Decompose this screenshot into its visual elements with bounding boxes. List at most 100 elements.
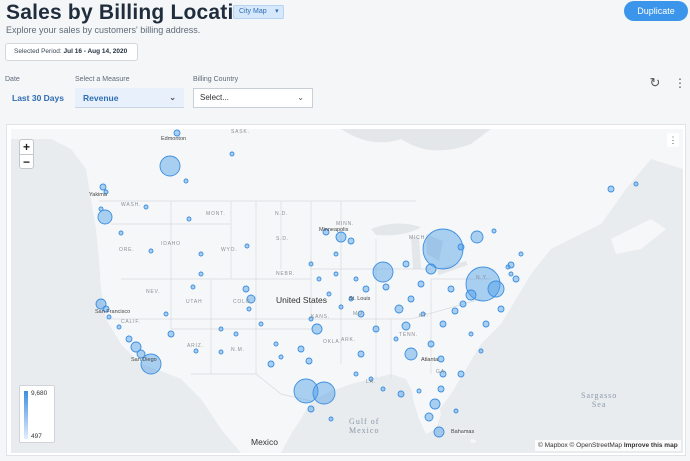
sales-bubble[interactable]: [273, 341, 279, 347]
sales-bubble[interactable]: [424, 412, 434, 422]
sales-bubble[interactable]: [267, 360, 275, 368]
sales-bubble[interactable]: [312, 381, 336, 405]
map-menu-icon[interactable]: ⋮: [667, 133, 679, 147]
sales-bubble[interactable]: [372, 325, 380, 333]
sales-bubble[interactable]: [143, 204, 149, 210]
sales-bubble[interactable]: [326, 291, 332, 297]
sales-bubble[interactable]: [98, 206, 104, 212]
sales-bubble[interactable]: [233, 331, 239, 337]
sales-bubble[interactable]: [394, 304, 404, 314]
zoom-in-button[interactable]: +: [20, 140, 33, 154]
sales-bubble[interactable]: [437, 355, 445, 363]
attribution-mapbox[interactable]: © Mapbox: [538, 442, 568, 449]
sales-bubble[interactable]: [218, 326, 224, 332]
sales-bubble[interactable]: [186, 216, 192, 222]
sales-bubble[interactable]: [148, 248, 154, 254]
sales-bubble[interactable]: [380, 386, 386, 392]
sales-bubble[interactable]: [633, 181, 639, 187]
sales-bubble[interactable]: [307, 405, 315, 413]
measure-select[interactable]: Revenue ⌄: [75, 88, 184, 108]
sales-bubble[interactable]: [97, 209, 113, 225]
sales-bubble[interactable]: [190, 284, 196, 290]
sales-bubble[interactable]: [459, 300, 467, 308]
country-select[interactable]: Select... ⌄: [193, 88, 313, 108]
sales-bubble[interactable]: [347, 237, 355, 245]
sales-bubble[interactable]: [505, 264, 511, 270]
improve-map-link[interactable]: Improve this map: [624, 442, 678, 449]
sales-bubble[interactable]: [457, 243, 465, 251]
sales-bubble[interactable]: [198, 251, 204, 257]
sales-bubble[interactable]: [333, 251, 339, 257]
zoom-out-button[interactable]: −: [20, 155, 33, 169]
sales-bubble[interactable]: [393, 336, 399, 342]
sales-bubble[interactable]: [497, 305, 505, 313]
sales-bubble[interactable]: [125, 335, 133, 343]
sales-bubble[interactable]: [316, 276, 322, 282]
sales-bubble[interactable]: [429, 398, 441, 410]
sales-bubble[interactable]: [437, 385, 445, 393]
sales-bubble[interactable]: [508, 271, 514, 277]
sales-bubble[interactable]: [487, 280, 505, 298]
more-options-icon[interactable]: ⋮: [674, 76, 686, 90]
sales-bubble[interactable]: [159, 155, 181, 177]
sales-bubble[interactable]: [328, 416, 334, 422]
sales-bubble[interactable]: [99, 183, 107, 191]
sales-bubble[interactable]: [258, 321, 264, 327]
sales-bubble[interactable]: [404, 347, 418, 361]
sales-bubble[interactable]: [308, 261, 314, 267]
sales-bubble[interactable]: [338, 304, 344, 310]
city-map[interactable]: Edmonton SASK. Yakima WASH. MONT. N.D. M…: [11, 129, 683, 453]
sales-bubble[interactable]: [242, 285, 250, 293]
sales-bubble[interactable]: [218, 349, 224, 355]
sales-bubble[interactable]: [353, 276, 359, 282]
refresh-icon[interactable]: ↻: [648, 76, 662, 90]
sales-bubble[interactable]: [482, 320, 490, 328]
sales-bubble[interactable]: [244, 243, 250, 249]
sales-bubble[interactable]: [229, 151, 235, 157]
sales-bubble[interactable]: [357, 350, 365, 358]
sales-bubble[interactable]: [417, 280, 425, 288]
sales-bubble[interactable]: [491, 228, 497, 234]
sales-bubble[interactable]: [278, 354, 284, 360]
sales-bubble[interactable]: [193, 348, 199, 354]
sales-bubble[interactable]: [451, 307, 459, 315]
sales-bubble[interactable]: [372, 261, 394, 283]
sales-bubble[interactable]: [433, 426, 445, 438]
sales-bubble[interactable]: [607, 185, 615, 193]
duplicate-button[interactable]: Duplicate: [624, 1, 688, 21]
sales-bubble[interactable]: [512, 275, 520, 283]
sales-bubble[interactable]: [470, 230, 484, 244]
sales-bubble[interactable]: [401, 321, 411, 331]
sales-bubble[interactable]: [439, 320, 447, 328]
sales-bubble[interactable]: [425, 263, 437, 275]
sales-bubble[interactable]: [453, 408, 459, 414]
date-filter-value[interactable]: Last 30 Days: [12, 93, 64, 103]
sales-bubble[interactable]: [422, 228, 464, 270]
sales-bubble[interactable]: [305, 357, 313, 365]
sales-bubble[interactable]: [106, 314, 112, 320]
sales-bubble[interactable]: [465, 289, 477, 301]
sales-bubble[interactable]: [468, 331, 474, 337]
sales-bubble[interactable]: [402, 260, 410, 268]
sales-bubble[interactable]: [382, 283, 390, 291]
sales-bubble[interactable]: [427, 340, 435, 348]
view-select[interactable]: City Map ▾: [233, 5, 284, 19]
sales-bubble[interactable]: [353, 371, 359, 377]
sales-bubble[interactable]: [447, 285, 455, 293]
sales-bubble[interactable]: [246, 306, 252, 312]
sales-bubble[interactable]: [183, 178, 189, 184]
sales-bubble[interactable]: [163, 311, 169, 317]
sales-bubble[interactable]: [457, 370, 465, 378]
sales-bubble[interactable]: [397, 390, 405, 398]
sales-bubble[interactable]: [518, 251, 524, 257]
sales-bubble[interactable]: [335, 231, 347, 243]
sales-bubble[interactable]: [297, 345, 305, 353]
sales-bubble[interactable]: [333, 271, 339, 277]
selected-period-badge[interactable]: Selected Period: Jul 16 - Aug 14, 2020: [5, 43, 138, 61]
sales-bubble[interactable]: [116, 324, 122, 330]
sales-bubble[interactable]: [167, 330, 175, 338]
sales-bubble[interactable]: [416, 388, 422, 394]
sales-bubble[interactable]: [311, 323, 323, 335]
sales-bubble[interactable]: [198, 271, 204, 277]
sales-bubble[interactable]: [362, 285, 370, 293]
